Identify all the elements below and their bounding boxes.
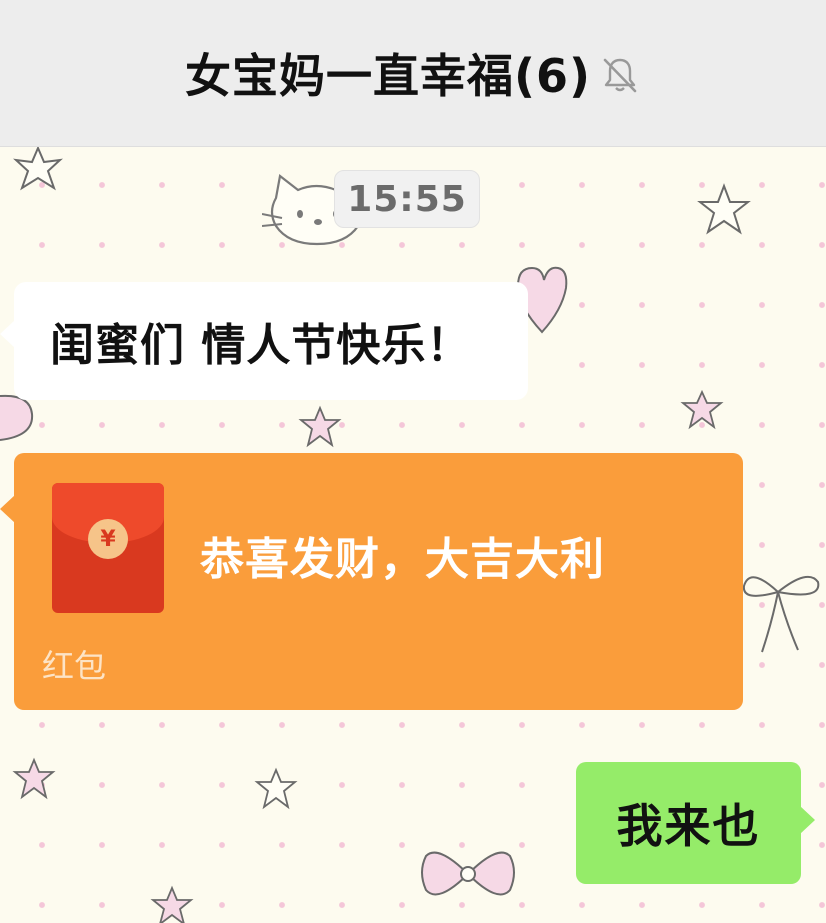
bow-doodle bbox=[0, 394, 34, 441]
star-doodle bbox=[12, 757, 56, 800]
message-bubble-sent[interactable]: 我来也 bbox=[576, 762, 815, 884]
red-packet-label: 红包 bbox=[42, 647, 107, 685]
red-packet-title: 恭喜发财，大吉大利 bbox=[200, 534, 605, 585]
star-doodle bbox=[298, 405, 342, 448]
bow-doodle bbox=[421, 851, 515, 896]
star-doodle bbox=[254, 767, 298, 810]
coin-icon: ¥ bbox=[88, 519, 128, 559]
ribbon-doodle bbox=[742, 575, 820, 653]
red-packet-message[interactable]: ¥ 恭喜发财，大吉大利 红包 bbox=[0, 453, 743, 710]
chat-header: 女宝妈一直幸福(6) bbox=[0, 0, 826, 147]
star-doodle bbox=[150, 885, 194, 923]
star-doodle bbox=[697, 183, 751, 235]
star-doodle bbox=[13, 145, 63, 191]
star-doodle bbox=[680, 389, 724, 430]
chat-screen: 女宝妈一直幸福(6) 15:55 闺蜜们 情人节快乐！ ¥ 恭喜发财，大吉大利 … bbox=[0, 0, 826, 923]
message-text: 闺蜜们 情人节快乐！ bbox=[50, 320, 472, 371]
red-envelope-icon: ¥ bbox=[52, 483, 164, 613]
message-bubble-received[interactable]: 闺蜜们 情人节快乐！ bbox=[0, 282, 528, 400]
message-text: 我来也 bbox=[616, 799, 761, 853]
message-timestamp: 15:55 bbox=[334, 170, 480, 228]
bell-muted-icon bbox=[599, 54, 641, 96]
chat-title[interactable]: 女宝妈一直幸福(6) bbox=[185, 40, 591, 106]
